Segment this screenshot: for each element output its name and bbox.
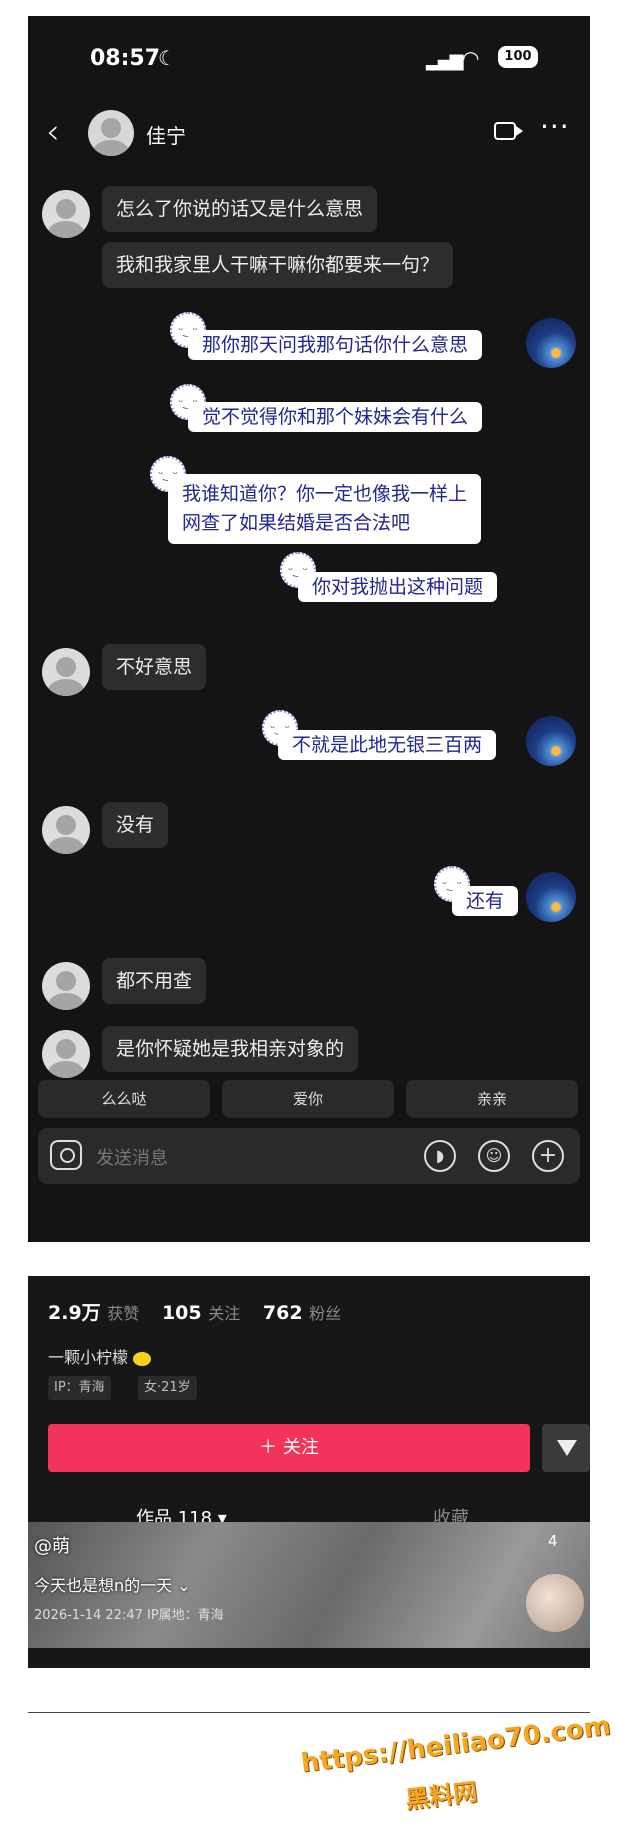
video-username: @萌 — [34, 1536, 70, 1557]
watermark-url: https://heiliao70.com — [299, 1711, 613, 1779]
self-avatar[interactable] — [526, 318, 576, 368]
video-call-icon[interactable] — [494, 122, 523, 140]
status-bar: 08:57 ☾ ▂▄▆ ◠ 100 — [28, 16, 590, 102]
ip-tag: IP：青海 — [48, 1376, 111, 1400]
video-card[interactable]: @萌 4 今天也是想n的一天 ⌄ 2026-1-14 22:47 IP属地：青海 — [28, 1522, 590, 1648]
message-bubble-right: 你对我抛出这种问题 — [298, 572, 498, 602]
sender-avatar[interactable] — [42, 962, 90, 1010]
message-bubble-left: 没有 — [102, 802, 169, 848]
more-options-icon[interactable]: ··· — [540, 110, 570, 143]
message-line: 网查了如果结婚是否合法吧 — [182, 512, 411, 534]
sender-avatar[interactable] — [42, 190, 90, 238]
self-avatar[interactable] — [526, 872, 576, 922]
likes-label: 获赞 — [107, 1304, 140, 1323]
add-icon[interactable]: + — [532, 1140, 564, 1172]
share-dropdown-icon[interactable] — [542, 1424, 590, 1472]
profile-bio: 一颗小柠檬 — [48, 1344, 152, 1368]
profile-screenshot: 2.9万 获赞 105 关注 762 粉丝 一颗小柠檬 IP：青海 女·21岁 … — [28, 1276, 590, 1668]
wifi-icon: ◠ — [462, 46, 480, 70]
video-author-avatar[interactable] — [526, 1574, 584, 1632]
sender-avatar[interactable] — [42, 806, 90, 854]
message-bubble-left: 是你怀疑她是我相亲对象的 — [102, 1026, 359, 1072]
following-count[interactable]: 105 — [162, 1302, 202, 1324]
quick-reply-button[interactable]: 亲亲 — [406, 1080, 578, 1118]
quick-reply-button[interactable]: 么么哒 — [38, 1080, 210, 1118]
battery-indicator: 100 — [498, 46, 538, 68]
followers-label[interactable]: 粉丝 — [309, 1304, 341, 1323]
video-meta: 2026-1-14 22:47 IP属地：青海 — [34, 1608, 224, 1623]
moon-icon: ☾ — [158, 46, 176, 70]
back-arrow-icon[interactable]: ‹ — [46, 112, 60, 152]
quick-reply-button[interactable]: 爱你 — [222, 1080, 394, 1118]
following-label[interactable]: 关注 — [208, 1304, 240, 1323]
video-title: 今天也是想n的一天 ⌄ — [34, 1576, 191, 1595]
likes-count: 2.9万 — [48, 1302, 101, 1324]
emoji-icon[interactable]: ☺ — [478, 1140, 510, 1172]
sender-avatar[interactable] — [42, 1030, 90, 1078]
message-bubble-right: 不就是此地无银三百两 — [278, 730, 497, 760]
message-bubble-left: 都不用查 — [102, 958, 207, 1004]
message-bubble-right: 还有 — [452, 886, 519, 916]
contact-avatar[interactable] — [88, 110, 134, 156]
chat-screenshot: 08:57 ☾ ▂▄▆ ◠ 100 ‹ 佳宁 ··· 怎么了你说的话又是什么意思… — [28, 16, 590, 1242]
lemon-icon — [133, 1351, 152, 1366]
chat-header: ‹ 佳宁 ··· — [28, 102, 590, 166]
message-line: 我谁知道你？你一定也像我一样上 — [182, 483, 468, 505]
followers-count[interactable]: 762 — [263, 1302, 303, 1324]
sender-avatar[interactable] — [42, 648, 90, 696]
message-bubble-right: 我谁知道你？你一定也像我一样上 网查了如果结婚是否合法吧 — [168, 474, 482, 544]
self-avatar[interactable] — [526, 716, 576, 766]
message-bubble-right: 那你那天问我那句话你什么意思 — [188, 330, 483, 360]
message-input-bar: 发送消息 ◗ ☺ + — [38, 1128, 580, 1184]
profile-stats: 2.9万 获赞 105 关注 762 粉丝 — [48, 1298, 357, 1325]
follow-button[interactable]: ＋ 关注 — [48, 1424, 530, 1472]
video-count: 4 — [548, 1532, 558, 1550]
message-input[interactable]: 发送消息 — [96, 1144, 168, 1170]
gender-age-tag: 女·21岁 — [138, 1376, 197, 1400]
divider — [28, 1712, 590, 1713]
watermark-name: 黑料网 — [403, 1777, 479, 1815]
signal-icon: ▂▄▆ — [426, 50, 464, 71]
message-bubble-left: 怎么了你说的话又是什么意思 — [102, 186, 378, 232]
bio-text: 一颗小柠檬 — [48, 1348, 129, 1367]
message-bubble-left: 我和我家里人干嘛干嘛你都要来一句？ — [102, 242, 454, 288]
message-bubble-left: 不好意思 — [102, 644, 207, 690]
contact-name[interactable]: 佳宁 — [146, 120, 186, 149]
camera-icon[interactable] — [50, 1140, 82, 1170]
voice-icon[interactable]: ◗ — [424, 1140, 456, 1172]
message-bubble-right: 觉不觉得你和那个妹妹会有什么 — [188, 402, 483, 432]
status-time: 08:57 — [90, 46, 161, 71]
